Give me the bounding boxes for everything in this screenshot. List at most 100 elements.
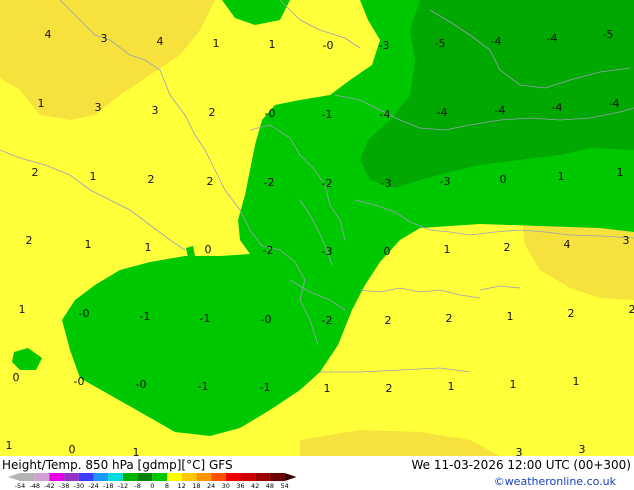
scale-swatch — [108, 473, 123, 481]
contour-label: -0 — [265, 107, 276, 120]
contour-label: 4 — [45, 28, 52, 41]
scale-tick-label: -18 — [103, 482, 114, 490]
contour-label: 1 — [38, 97, 45, 110]
contour-label: 1 — [448, 380, 455, 393]
contour-label: -0 — [79, 307, 90, 320]
contour-label: -4 — [437, 106, 448, 119]
contour-label: -4 — [609, 97, 620, 110]
contour-label: 0 — [500, 173, 507, 186]
contour-label: 1 — [558, 170, 565, 183]
scale-arrow-right — [284, 473, 297, 481]
color-scale-bars — [8, 473, 297, 481]
contour-label: -0 — [74, 375, 85, 388]
contour-label: 2 — [207, 175, 214, 188]
temperature-map: 4 3 4 1 1 -0 -3 -5 -4 -4 -5 1 3 3 2 -0 -1 -4 -4 -4 -4 -4 2 1 2 2 -… — [0, 0, 634, 456]
contour-label: 0 — [384, 245, 391, 258]
contour-label: 1 — [269, 38, 276, 51]
scale-tick-label: -12 — [118, 482, 129, 490]
contour-label: -1 — [140, 310, 151, 323]
contour-label: 4 — [157, 35, 164, 48]
scale-swatch — [122, 473, 138, 481]
scale-swatch — [34, 473, 50, 481]
scale-tick-label: -8 — [134, 482, 140, 490]
contour-label: 3 — [101, 32, 108, 45]
scale-swatch — [78, 473, 94, 481]
contour-label: -5 — [435, 37, 446, 50]
contour-label: -1 — [198, 380, 209, 393]
contour-label: -3 — [440, 175, 451, 188]
scale-tick-label: 12 — [178, 482, 186, 490]
scale-tick-label: -30 — [73, 482, 84, 490]
contour-label: 2 — [209, 106, 216, 119]
valid-time: We 11-03-2026 12:00 UTC (00+300) — [411, 458, 631, 472]
scale-tick-label: 54 — [280, 482, 288, 490]
contour-label: 2 — [568, 307, 575, 320]
scale-tick-label: 24 — [207, 482, 215, 490]
contour-label: 1 — [90, 170, 97, 183]
scale-tick-label: 0 — [150, 482, 154, 490]
credit-link[interactable]: ©weatheronline.co.uk — [494, 475, 616, 488]
contour-label: 1 — [145, 241, 152, 254]
contour-label: -1 — [200, 312, 211, 325]
scale-swatch — [240, 473, 256, 481]
contour-label: 2 — [386, 382, 393, 395]
contour-label: -1 — [322, 108, 333, 121]
contour-label: -2 — [263, 244, 274, 257]
contour-label: 1 — [19, 303, 26, 316]
contour-label: 0 — [205, 243, 212, 256]
contour-label: 3 — [623, 234, 630, 247]
color-scale-legend: -54 -48 -42 -38 -30 -24 -18 -12 -8 0 8 12 18 24 30 36 42… — [8, 473, 297, 490]
scale-tick-label: -24 — [88, 482, 99, 490]
contour-label: 1 — [324, 382, 331, 395]
contour-label: 1 — [85, 238, 92, 251]
contour-label: 2 — [385, 314, 392, 327]
scale-swatch — [167, 473, 182, 481]
contour-label: -4 — [491, 35, 502, 48]
scale-tick-label: 42 — [251, 482, 259, 490]
contour-label: -4 — [495, 104, 506, 117]
contour-label: 2 — [629, 303, 634, 316]
scale-swatch — [49, 473, 65, 481]
color-scale-ticks: -54 -48 -42 -38 -30 -24 -18 -12 -8 0 8 12 18 24 30 36 42… — [15, 482, 289, 490]
contour-label: -2 — [264, 176, 275, 189]
scale-swatch — [225, 473, 241, 481]
contour-label: 1 — [213, 37, 220, 50]
contour-label: -5 — [603, 28, 614, 41]
contour-label: -2 — [322, 177, 333, 190]
scale-tick-label: -48 — [29, 482, 40, 490]
scale-tick-label: 36 — [236, 482, 244, 490]
scale-swatch — [255, 473, 270, 481]
scale-tick-label: -54 — [15, 482, 26, 490]
scale-swatch — [211, 473, 226, 481]
contour-label: -3 — [381, 177, 392, 190]
contour-label: -4 — [547, 32, 558, 45]
contour-label: -4 — [380, 108, 391, 121]
scale-arrow-left — [8, 473, 20, 481]
scale-tick-label: 48 — [266, 482, 274, 490]
contour-label: 1 — [573, 375, 580, 388]
scale-swatch — [64, 473, 79, 481]
contour-label: 3 — [516, 446, 523, 456]
contour-label: -2 — [322, 314, 333, 327]
scale-tick-label: -38 — [59, 482, 70, 490]
scale-swatch — [137, 473, 153, 481]
contour-label: -0 — [261, 313, 272, 326]
contour-label: 0 — [13, 371, 20, 384]
contour-label: 2 — [26, 234, 33, 247]
scale-swatch — [181, 473, 197, 481]
scale-tick-label: 30 — [222, 482, 230, 490]
scale-tick-label: 8 — [165, 482, 169, 490]
contour-label: 1 — [444, 243, 451, 256]
contour-label: -3 — [379, 39, 390, 52]
contour-label: -1 — [260, 381, 271, 394]
contour-label: 2 — [32, 166, 39, 179]
contour-label: 1 — [133, 446, 140, 456]
contour-label: 2 — [446, 312, 453, 325]
scale-swatch — [196, 473, 212, 481]
contour-label: 2 — [148, 173, 155, 186]
contour-label: -0 — [323, 39, 334, 52]
contour-label: 3 — [579, 443, 586, 456]
contour-label: 1 — [510, 378, 517, 391]
map-title: Height/Temp. 850 hPa [gdmp][°C] GFS — [2, 458, 233, 472]
scale-tick-label: 18 — [192, 482, 200, 490]
